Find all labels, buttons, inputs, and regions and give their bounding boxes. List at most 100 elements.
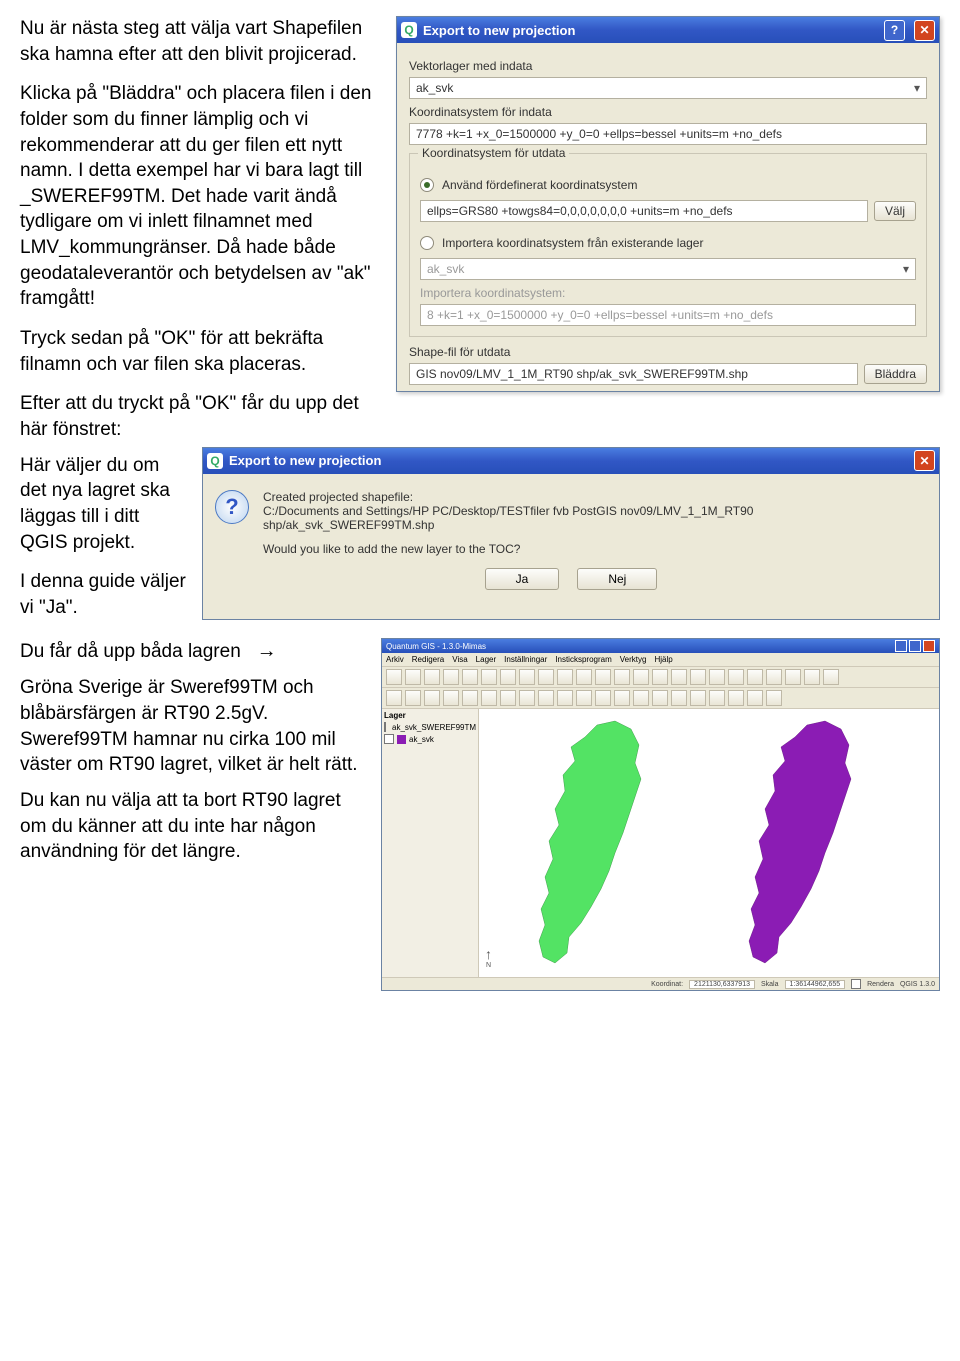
maximize-icon[interactable] — [909, 640, 921, 652]
help-icon[interactable]: ? — [884, 20, 905, 41]
checkbox-icon[interactable] — [384, 734, 394, 744]
tool-icon[interactable] — [462, 669, 478, 685]
tool-icon[interactable] — [804, 669, 820, 685]
menu-item[interactable]: Redigera — [412, 655, 444, 664]
tool-icon[interactable] — [481, 690, 497, 706]
map-feature-purple-sweden — [729, 717, 879, 973]
menu-item[interactable]: Insticksprogram — [555, 655, 611, 664]
confirm-add-layer-dialog: Q Export to new projection ✕ ? Created p… — [202, 447, 940, 621]
app-icon: Q — [207, 453, 223, 469]
tool-icon[interactable] — [443, 690, 459, 706]
layer-item[interactable]: ak_svk — [384, 734, 476, 744]
fieldset-legend: Koordinatsystem för utdata — [418, 146, 569, 160]
tool-icon[interactable] — [747, 669, 763, 685]
browse-button[interactable]: Bläddra — [864, 364, 927, 384]
tool-icon[interactable] — [690, 669, 706, 685]
render-checkbox-icon[interactable] — [851, 979, 861, 989]
status-brand: QGIS 1.3.0 — [900, 981, 935, 988]
tool-icon[interactable] — [576, 669, 592, 685]
tool-icon[interactable] — [785, 669, 801, 685]
qgis-titlebar[interactable]: Quantum GIS - 1.3.0-Mimas — [382, 639, 939, 653]
close-icon[interactable] — [923, 640, 935, 652]
tool-icon[interactable] — [405, 690, 421, 706]
tool-icon[interactable] — [652, 690, 668, 706]
tool-icon[interactable] — [747, 690, 763, 706]
paragraph: Här väljer du om det nya lagret ska lägg… — [20, 453, 186, 556]
tool-icon[interactable] — [538, 690, 554, 706]
paragraph-line: Du får då upp båda lagren — [20, 641, 241, 662]
tool-icon[interactable] — [671, 669, 687, 685]
qgis-toolbar[interactable] — [382, 667, 939, 688]
tool-icon[interactable] — [443, 669, 459, 685]
tool-icon[interactable] — [405, 669, 421, 685]
menu-item[interactable]: Inställningar — [504, 655, 547, 664]
tool-icon[interactable] — [595, 669, 611, 685]
qgis-menubar[interactable]: Arkiv Redigera Visa Lager Inställningar … — [382, 653, 939, 667]
vector-layer-dropdown[interactable]: ak_svk ▾ — [409, 77, 927, 99]
paragraph: Gröna Sverige är Sweref99TM och blåbärsf… — [20, 675, 365, 778]
tool-icon[interactable] — [386, 690, 402, 706]
dialog-titlebar[interactable]: Q Export to new projection ? ✕ — [397, 17, 939, 43]
menu-item[interactable]: Lager — [476, 655, 496, 664]
qgis-statusbar: Koordinat: 2121130,6337913 Skala 1:36144… — [382, 977, 939, 990]
tool-icon[interactable] — [386, 669, 402, 685]
tool-icon[interactable] — [424, 669, 440, 685]
tool-icon[interactable] — [576, 690, 592, 706]
layer-item[interactable]: ak_svk_SWEREF99TM — [384, 722, 476, 732]
arrow-icon: → — [257, 640, 277, 662]
no-button[interactable]: Nej — [577, 568, 657, 590]
tool-icon[interactable] — [500, 669, 516, 685]
radio-import-srs[interactable]: Importera koordinatsystem från existeran… — [420, 236, 916, 250]
tool-icon[interactable] — [633, 669, 649, 685]
qgis-toolbar-2[interactable] — [382, 688, 939, 709]
menu-item[interactable]: Verktyg — [620, 655, 647, 664]
tool-icon[interactable] — [481, 669, 497, 685]
tool-icon[interactable] — [766, 690, 782, 706]
instruction-text-column: Nu är nästa steg att välja vart Shapefil… — [20, 16, 380, 457]
tool-icon[interactable] — [823, 669, 839, 685]
message-line: C:/Documents and Settings/HP PC/Desktop/… — [263, 504, 927, 532]
tool-icon[interactable] — [728, 690, 744, 706]
export-projection-dialog: Q Export to new projection ? ✕ Vektorlag… — [396, 16, 940, 392]
predefined-srs-value: ellps=GRS80 +towgs84=0,0,0,0,0,0,0 +unit… — [427, 204, 733, 218]
tool-icon[interactable] — [557, 690, 573, 706]
tool-icon[interactable] — [500, 690, 516, 706]
radio-predefined-srs[interactable]: Använd fördefinerat koordinatsystem — [420, 178, 916, 192]
tool-icon[interactable] — [519, 690, 535, 706]
tool-icon[interactable] — [614, 669, 630, 685]
menu-item[interactable]: Arkiv — [386, 655, 404, 664]
minimize-icon[interactable] — [895, 640, 907, 652]
choose-srs-button[interactable]: Välj — [874, 201, 916, 221]
tool-icon[interactable] — [709, 690, 725, 706]
tool-icon[interactable] — [766, 669, 782, 685]
menu-item[interactable]: Hjälp — [654, 655, 672, 664]
dialog-title: Export to new projection — [423, 23, 875, 38]
layer-panel[interactable]: Lager ak_svk_SWEREF99TM ak_svk — [382, 709, 479, 977]
status-render-label: Rendera — [867, 981, 894, 988]
tool-icon[interactable] — [595, 690, 611, 706]
srs-input-field[interactable]: 7778 +k=1 +x_0=1500000 +y_0=0 +ellps=bes… — [409, 123, 927, 145]
layer-name: ak_svk — [409, 735, 434, 744]
yes-button[interactable]: Ja — [485, 568, 560, 590]
tool-icon[interactable] — [709, 669, 725, 685]
import-layer-dropdown: ak_svk ▾ — [420, 258, 916, 280]
close-icon[interactable]: ✕ — [914, 20, 935, 41]
tool-icon[interactable] — [519, 669, 535, 685]
tool-icon[interactable] — [728, 669, 744, 685]
map-canvas[interactable]: ↑N — [479, 709, 939, 977]
checkbox-icon[interactable] — [384, 722, 386, 732]
tool-icon[interactable] — [424, 690, 440, 706]
output-srs-fieldset: Koordinatsystem för utdata Använd fördef… — [409, 153, 927, 337]
tool-icon[interactable] — [462, 690, 478, 706]
tool-icon[interactable] — [690, 690, 706, 706]
predefined-srs-field[interactable]: ellps=GRS80 +towgs84=0,0,0,0,0,0,0 +unit… — [420, 200, 868, 222]
output-shapefile-field[interactable]: GIS nov09/LMV_1_1M_RT90 shp/ak_svk_SWERE… — [409, 363, 858, 385]
tool-icon[interactable] — [614, 690, 630, 706]
tool-icon[interactable] — [652, 669, 668, 685]
paragraph: Klicka på "Bläddra" och placera filen i … — [20, 81, 380, 312]
tool-icon[interactable] — [633, 690, 649, 706]
tool-icon[interactable] — [671, 690, 687, 706]
tool-icon[interactable] — [538, 669, 554, 685]
menu-item[interactable]: Visa — [452, 655, 467, 664]
tool-icon[interactable] — [557, 669, 573, 685]
